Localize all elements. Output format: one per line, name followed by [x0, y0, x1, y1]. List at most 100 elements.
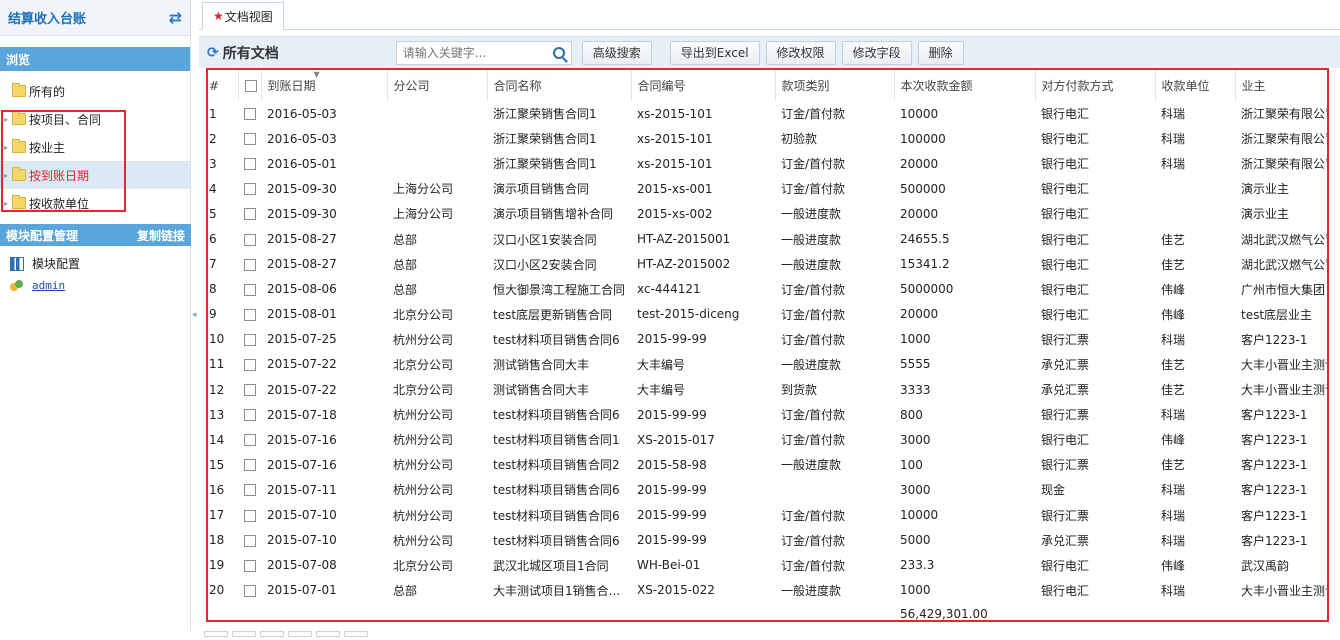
row-checkbox[interactable]: [244, 434, 256, 447]
cell-contract-name[interactable]: test底层更新销售合同: [487, 302, 631, 327]
expand-caret-icon[interactable]: ▸: [4, 199, 10, 208]
tree-item-by-project[interactable]: ▸ 按项目、合同: [0, 105, 190, 133]
cell-contract-name[interactable]: 演示项目销售合同: [487, 176, 631, 201]
cell-contract-name[interactable]: test材料项目销售合同1: [487, 427, 631, 452]
cell-contract-name[interactable]: test材料项目销售合同6: [487, 477, 631, 502]
cell-contract-name[interactable]: 汉口小区2安装合同: [487, 252, 631, 277]
select-all-checkbox[interactable]: [244, 80, 257, 92]
cell-contract-name[interactable]: 恒大御景湾工程施工合同: [487, 277, 631, 302]
copy-link-button[interactable]: 复制链接: [137, 227, 185, 244]
table-row[interactable]: 20 2015-07-01 总部 大丰测试项目1销售合... XS-2015-022 一般…: [208, 578, 1327, 603]
column-header[interactable]: 分公司: [387, 70, 488, 101]
row-checkbox[interactable]: [244, 384, 256, 397]
pager-button[interactable]: [260, 631, 284, 637]
cell-contract-name[interactable]: 汉口小区1安装合同: [487, 226, 631, 251]
row-checkbox[interactable]: [244, 358, 256, 371]
tab-document-view[interactable]: ★ 文档视图: [202, 2, 284, 30]
row-checkbox[interactable]: [244, 108, 256, 121]
column-header[interactable]: 款项类别: [775, 70, 895, 101]
table-row[interactable]: 19 2015-07-08 北京分公司 武汉北城区项目1合同 WH-Bei-01 订金/首…: [208, 553, 1327, 578]
table-row[interactable]: 16 2015-07-11 杭州分公司 test材料项目销售合同6 2015-99-99…: [208, 477, 1327, 502]
row-checkbox[interactable]: [244, 484, 256, 497]
column-header[interactable]: ▼ 到账日期: [261, 70, 388, 101]
search-icon[interactable]: [552, 46, 565, 59]
column-header[interactable]: 合同名称: [487, 70, 632, 101]
table-row[interactable]: 15 2015-07-16 杭州分公司 test材料项目销售合同2 2015-58-98…: [208, 452, 1327, 477]
cell-contract-name[interactable]: 浙江聚荣销售合同1: [487, 126, 631, 151]
table-row[interactable]: 1 2016-05-03 浙江聚荣销售合同1 xs-2015-101 订金/首付款 100…: [208, 101, 1327, 126]
row-checkbox[interactable]: [244, 158, 256, 171]
row-checkbox[interactable]: [244, 509, 256, 522]
refresh-icon[interactable]: ⟳: [207, 45, 219, 61]
row-checkbox[interactable]: [244, 133, 256, 146]
cell-contract-name[interactable]: test材料项目销售合同6: [487, 327, 631, 352]
tree-item-all[interactable]: 所有的: [0, 77, 190, 105]
cell-contract-name[interactable]: 测试销售合同大丰: [487, 377, 631, 402]
table-row[interactable]: 12 2015-07-22 北京分公司 测试销售合同大丰 大丰编号 到货款 3333 承兑汇票…: [208, 377, 1327, 402]
expand-caret-icon[interactable]: ▸: [4, 171, 10, 180]
cell-contract-name[interactable]: 大丰测试项目1销售合...: [487, 578, 631, 603]
row-checkbox[interactable]: [244, 534, 256, 547]
table-row[interactable]: 7 2015-08-27 总部 汉口小区2安装合同 HT-AZ-2015002 一般进度款…: [208, 252, 1327, 277]
cell-contract-name[interactable]: test材料项目销售合同2: [487, 452, 631, 477]
expand-caret-icon[interactable]: ▸: [4, 115, 10, 124]
column-header[interactable]: 合同编号: [631, 70, 776, 101]
cell-contract-name[interactable]: 测试销售合同大丰: [487, 352, 631, 377]
user-link[interactable]: admin: [10, 279, 65, 292]
cell-contract-name[interactable]: test材料项目销售合同6: [487, 402, 631, 427]
cell-contract-name[interactable]: 武汉北城区项目1合同: [487, 553, 631, 578]
collapse-sidebar-icon[interactable]: ◂: [192, 310, 198, 324]
column-header[interactable]: 收款单位: [1155, 70, 1236, 101]
column-header[interactable]: 对方付款方式: [1035, 70, 1156, 101]
export-excel-button[interactable]: 导出到Excel: [669, 40, 760, 65]
tree-item-by-owner[interactable]: ▸ 按业主: [0, 133, 190, 161]
row-checkbox[interactable]: [244, 333, 256, 346]
cell-contract-name[interactable]: 浙江聚荣销售合同1: [487, 151, 631, 176]
row-checkbox[interactable]: [244, 258, 256, 271]
table-row[interactable]: 11 2015-07-22 北京分公司 测试销售合同大丰 大丰编号 一般进度款 5555 承兑…: [208, 352, 1327, 377]
table-row[interactable]: 17 2015-07-10 杭州分公司 test材料项目销售合同6 2015-99-99…: [208, 503, 1327, 528]
table-row[interactable]: 8 2015-08-06 总部 恒大御景湾工程施工合同 xc-444121 订金/首付款 5…: [208, 277, 1327, 302]
column-header[interactable]: #: [208, 70, 239, 101]
expand-caret-icon[interactable]: ▸: [4, 143, 10, 152]
table-row[interactable]: 4 2015-09-30 上海分公司 演示项目销售合同 2015-xs-001 订金/首付…: [208, 176, 1327, 201]
cell-contract-name[interactable]: 浙江聚荣销售合同1: [487, 101, 631, 126]
pager-button[interactable]: [288, 631, 312, 637]
pager-button[interactable]: [204, 631, 228, 637]
edit-permissions-button[interactable]: 修改权限: [765, 40, 836, 65]
edit-fields-button[interactable]: 修改字段: [841, 40, 912, 65]
user-name[interactable]: admin: [32, 279, 65, 292]
row-checkbox[interactable]: [244, 208, 256, 221]
cell-contract-name[interactable]: 演示项目销售增补合同: [487, 201, 631, 226]
row-checkbox[interactable]: [244, 409, 256, 422]
tree-item-by-date[interactable]: ▸ 按到账日期: [0, 161, 190, 189]
table-row[interactable]: 2 2016-05-03 浙江聚荣销售合同1 xs-2015-101 初验款 100000…: [208, 126, 1327, 151]
row-checkbox[interactable]: [244, 283, 256, 296]
column-header[interactable]: 本次收款金额: [894, 70, 1036, 101]
table-row[interactable]: 14 2015-07-16 杭州分公司 test材料项目销售合同1 XS-2015-01…: [208, 427, 1327, 452]
delete-button[interactable]: 删除: [917, 40, 964, 65]
table-row[interactable]: 3 2016-05-01 浙江聚荣销售合同1 xs-2015-101 订金/首付款 200…: [208, 151, 1327, 176]
row-checkbox[interactable]: [244, 233, 256, 246]
table-row[interactable]: 10 2015-07-25 杭州分公司 test材料项目销售合同6 2015-99-99…: [208, 327, 1327, 352]
cell-contract-name[interactable]: test材料项目销售合同6: [487, 528, 631, 553]
table-row[interactable]: 9 2015-08-01 北京分公司 test底层更新销售合同 test-2015-di…: [208, 302, 1327, 327]
table-row[interactable]: 18 2015-07-10 杭州分公司 test材料项目销售合同6 2015-99-99…: [208, 528, 1327, 553]
search-input[interactable]: [402, 45, 543, 60]
table-row[interactable]: 6 2015-08-27 总部 汉口小区1安装合同 HT-AZ-2015001 一般进度款…: [208, 226, 1327, 251]
row-checkbox[interactable]: [244, 308, 256, 321]
tree-item-by-payee[interactable]: ▸ 按收款单位: [0, 189, 190, 217]
row-checkbox[interactable]: [244, 459, 256, 472]
cell-contract-name[interactable]: test材料项目销售合同6: [487, 503, 631, 528]
row-checkbox[interactable]: [244, 584, 256, 597]
refresh-icon[interactable]: ⇄: [169, 8, 182, 27]
column-header[interactable]: 业主: [1235, 70, 1327, 101]
pager-button[interactable]: [316, 631, 340, 637]
row-checkbox[interactable]: [244, 183, 256, 196]
advanced-search-button[interactable]: 高级搜索: [581, 40, 652, 65]
row-checkbox[interactable]: [244, 559, 256, 572]
module-config-link[interactable]: 模块配置: [10, 255, 80, 272]
table-row[interactable]: 5 2015-09-30 上海分公司 演示项目销售增补合同 2015-xs-002 一般进…: [208, 201, 1327, 226]
column-header-select[interactable]: [238, 70, 262, 101]
pager-button[interactable]: [344, 631, 368, 637]
